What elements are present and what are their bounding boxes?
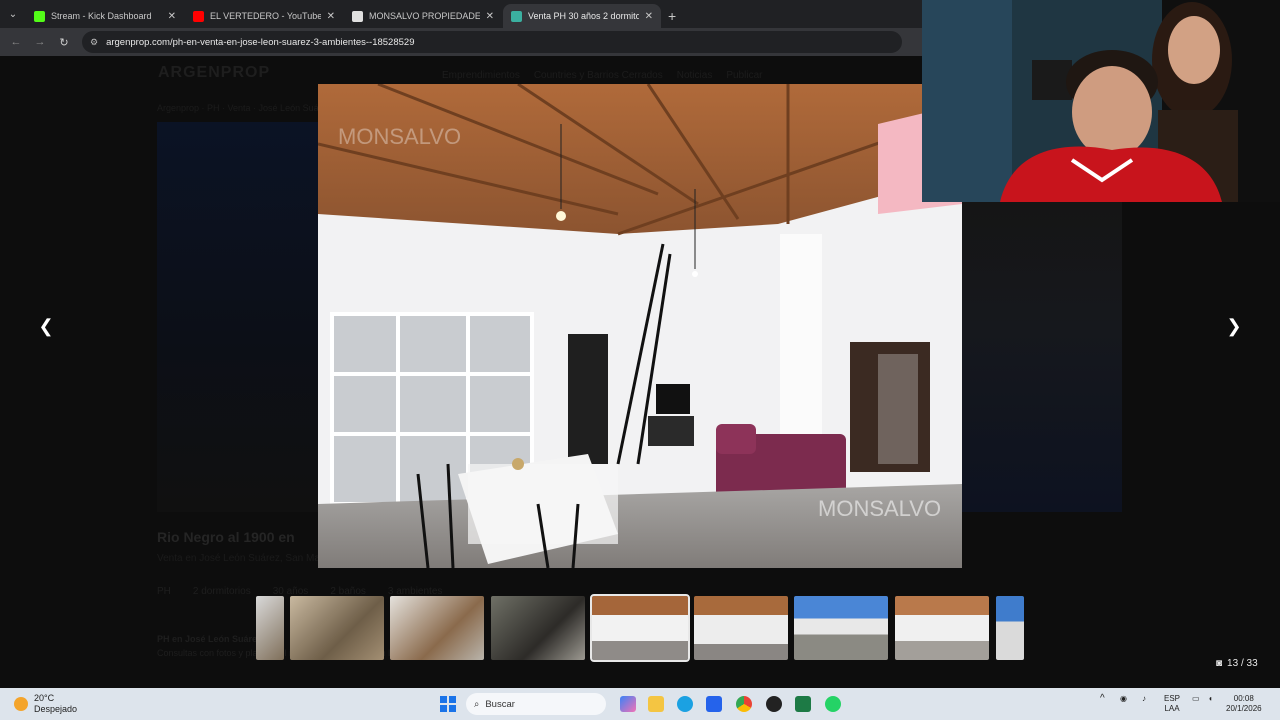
listing-title: Rio Negro al 1900 en: [157, 529, 295, 545]
room-photo-illustration: MONSALVO MONSALVO: [318, 84, 962, 568]
listing-main-photo: [157, 122, 322, 512]
thumbnail-12[interactable]: [290, 596, 384, 660]
chrome-icon[interactable]: [736, 696, 752, 712]
nav-publicar[interactable]: Publicar: [726, 70, 762, 81]
thumbnail-15-active[interactable]: [590, 594, 690, 662]
windows-taskbar: 20°C Despejado ⌕ Buscar ^ ◉ ♪ ESP LAA ▭ …: [0, 688, 1280, 720]
lang-line2: LAA: [1164, 704, 1180, 713]
previous-photo-arrow-icon[interactable]: ❮: [34, 314, 58, 338]
feature-bedrooms: 2 dormitorios: [192, 586, 251, 597]
screen: ⌄ Stream - Kick Dashboard ✕ EL VERTEDERO…: [0, 0, 1280, 720]
display-tray-icon[interactable]: ▭: [1192, 694, 1200, 704]
clock[interactable]: 00:08 20/1/2026: [1226, 694, 1262, 714]
listing-subtitle: Venta en José León Suárez, San Martín: [157, 553, 335, 564]
whatsapp-icon[interactable]: [825, 696, 841, 712]
tray-chevron-icon[interactable]: ^: [1100, 694, 1105, 704]
thumbnail-18[interactable]: [895, 596, 989, 660]
search-placeholder: Buscar: [485, 698, 515, 710]
volume-tray-icon[interactable]: ◖: [1208, 694, 1213, 704]
webcam-overlay: [922, 0, 1280, 202]
language-indicator[interactable]: ESP LAA: [1164, 694, 1180, 714]
weather-temp: 20°C: [34, 693, 55, 703]
sun-icon: [14, 697, 28, 711]
clock-date: 20/1/2026: [1226, 704, 1262, 713]
argenprop-logo[interactable]: ARGENPROP: [158, 64, 270, 82]
excel-icon[interactable]: [795, 696, 811, 712]
taskbar-search[interactable]: ⌕ Buscar: [466, 693, 606, 715]
nav-countries[interactable]: Countries y Barrios Cerrados: [534, 70, 663, 81]
site-nav: Emprendimientos Countries y Barrios Cerr…: [442, 70, 762, 81]
photo-counter-text: 13 / 33: [1227, 658, 1258, 669]
watermark-bottom: MONSALVO: [818, 496, 941, 521]
thumbnail-14[interactable]: [491, 596, 585, 660]
thumbnail-16[interactable]: [694, 596, 788, 660]
photo-counter: ◙ 13 / 33: [1216, 658, 1258, 669]
store-icon[interactable]: [706, 696, 722, 712]
nav-noticias[interactable]: Noticias: [677, 70, 713, 81]
camera-icon: ◙: [1216, 658, 1223, 669]
obs-icon[interactable]: [766, 696, 782, 712]
weather-widget[interactable]: 20°C Despejado: [14, 693, 77, 715]
search-icon: ⌕: [474, 698, 480, 710]
windows-start-icon[interactable]: [440, 696, 456, 712]
edge-icon[interactable]: [677, 696, 693, 712]
file-explorer-icon[interactable]: [648, 696, 664, 712]
lightbox-photo: MONSALVO MONSALVO: [318, 84, 962, 568]
nav-emprendimientos[interactable]: Emprendimientos: [442, 70, 520, 81]
webcam-illustration: [922, 0, 1280, 202]
clock-time: 00:08: [1233, 694, 1254, 703]
thumbnail-19[interactable]: [996, 596, 1024, 660]
listing-side-photo: [962, 202, 1122, 512]
copilot-icon[interactable]: [620, 696, 636, 712]
network-tray-icon[interactable]: ◉: [1120, 694, 1127, 704]
weather-desc: Despejado: [34, 704, 78, 714]
thumbnail-17[interactable]: [794, 596, 888, 660]
feature-type: PH: [157, 586, 171, 597]
lang-line1: ESP: [1164, 694, 1181, 703]
breadcrumb: Argenprop · PH · Venta · José León Suáre…: [157, 103, 332, 113]
mic-tray-icon[interactable]: ♪: [1142, 694, 1146, 704]
thumbnail-11[interactable]: [256, 596, 284, 660]
next-photo-arrow-icon[interactable]: ❯: [1222, 314, 1246, 338]
thumbnail-13[interactable]: [390, 596, 484, 660]
watermark-top: MONSALVO: [338, 124, 461, 149]
